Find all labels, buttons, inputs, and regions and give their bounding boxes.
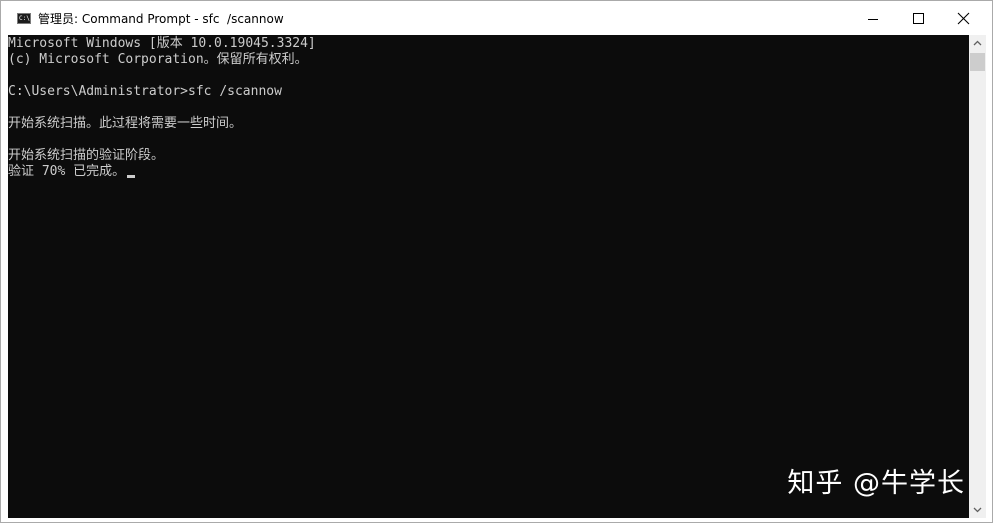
console-output[interactable]: Microsoft Windows [版本 10.0.19045.3324] (… xyxy=(8,35,969,518)
cmd-icon: C:\ xyxy=(17,13,31,24)
maximize-icon xyxy=(913,13,924,24)
maximize-button[interactable] xyxy=(896,1,942,35)
close-icon xyxy=(957,12,970,25)
window-title: 管理员: Command Prompt - sfc /scannow xyxy=(38,12,284,26)
arrow-up-icon xyxy=(973,40,982,46)
command-prompt-window: C:\ 管理员: Command Prompt - sfc /scannow M… xyxy=(0,0,993,523)
close-button[interactable] xyxy=(942,1,988,35)
console-line-progress: 验证 70% 已完成。 xyxy=(8,164,136,180)
vertical-scrollbar[interactable] xyxy=(969,35,986,518)
arrow-down-icon xyxy=(973,507,982,513)
console-line: (c) Microsoft Corporation。保留所有权利。 xyxy=(8,52,308,67)
title-bar[interactable]: C:\ 管理员: Command Prompt - sfc /scannow xyxy=(1,1,992,35)
console-line: Microsoft Windows [版本 10.0.19045.3324] xyxy=(8,36,316,51)
console-line: 开始系统扫描。此过程将需要一些时间。 xyxy=(8,116,243,131)
scroll-up-button[interactable] xyxy=(969,35,986,52)
progress-text: 验证 70% 已完成。 xyxy=(8,164,126,179)
minimize-button[interactable] xyxy=(850,1,896,35)
console-line: C:\Users\Administrator>sfc /scannow xyxy=(8,84,282,99)
watermark: 知乎 @牛学长 xyxy=(787,468,965,499)
scroll-thumb[interactable] xyxy=(970,53,985,71)
console-line: 开始系统扫描的验证阶段。 xyxy=(8,148,165,163)
minimize-icon xyxy=(868,19,878,20)
text-cursor xyxy=(127,175,136,178)
scroll-down-button[interactable] xyxy=(969,501,986,518)
